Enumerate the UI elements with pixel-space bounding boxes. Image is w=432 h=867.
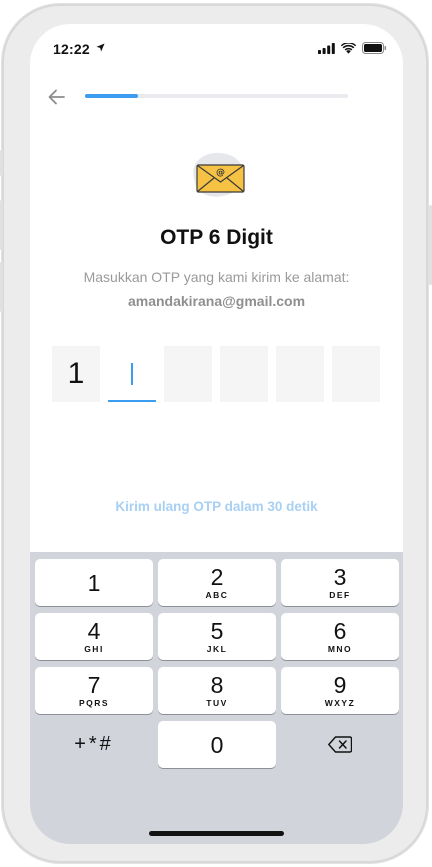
key-number: 1 [87, 570, 101, 596]
key-number: 5 [210, 618, 224, 644]
backspace-icon [328, 736, 352, 753]
screen: 12:22 @ OTP 6 Digit Masukkan OTP yang ka… [30, 24, 403, 844]
key-letters: TUV [206, 698, 228, 708]
otp-digit-box[interactable] [220, 346, 268, 402]
otp-digit-box[interactable] [332, 346, 380, 402]
progress-fill [85, 94, 138, 98]
key-5[interactable]: 5 JKL [158, 613, 276, 660]
key-number: 9 [333, 672, 347, 698]
status-bar: 12:22 [30, 24, 403, 72]
key-number: 3 [333, 564, 347, 590]
otp-digit-box-active[interactable] [108, 346, 156, 402]
key-letters: DEF [329, 590, 351, 600]
svg-text:@: @ [216, 168, 225, 178]
key-number: 4 [87, 618, 101, 644]
location-arrow-icon [96, 43, 105, 52]
key-letters: PQRS [78, 698, 110, 708]
key-number: 6 [333, 618, 347, 644]
key-letters: ABC [205, 590, 229, 600]
key-number: 7 [87, 672, 101, 698]
otp-digit-box[interactable] [164, 346, 212, 402]
envelope-icon: @ [193, 152, 245, 197]
page-title: OTP 6 Digit [160, 226, 273, 249]
key-9[interactable]: 9 WXYZ [281, 667, 399, 714]
status-time: 12:22 [53, 41, 90, 57]
email-address: amandakirana@gmail.com [127, 293, 306, 309]
key-letters: GHI [84, 644, 104, 654]
key-7[interactable]: 7 PQRS [35, 667, 153, 714]
key-1[interactable]: 1 [35, 559, 153, 606]
otp-digit-box[interactable] [276, 346, 324, 402]
resend-otp-link[interactable]: Kirim ulang OTP dalam 30 detik [30, 499, 403, 514]
key-number: 2 [210, 564, 224, 590]
battery-icon [362, 42, 387, 54]
key-6[interactable]: 6 MNO [281, 613, 399, 660]
phone-side-button [0, 262, 3, 312]
key-number: 8 [210, 672, 224, 698]
phone-side-button [0, 200, 3, 250]
otp-input-row: 1 [52, 346, 382, 402]
backspace-key[interactable] [281, 721, 399, 768]
instruction-text: Masukkan OTP yang kami kirim ke alamat: [83, 269, 350, 285]
key-number: 0 [210, 732, 224, 758]
signal-icon [318, 42, 335, 54]
wifi-icon [341, 42, 356, 54]
key-2[interactable]: 2 ABC [158, 559, 276, 606]
key-letters: MNO [327, 644, 353, 654]
key-3[interactable]: 3 DEF [281, 559, 399, 606]
symbols-key[interactable]: +*# [35, 721, 153, 768]
phone-side-button [0, 150, 3, 176]
key-4[interactable]: 4 GHI [35, 613, 153, 660]
numeric-keypad: 1 2 ABC 3 DEF 4 GHI 5 JKL 6 MNO 7 PQRS 8… [30, 552, 403, 844]
status-icons [318, 42, 387, 54]
otp-digit-box[interactable]: 1 [52, 346, 100, 402]
key-letters: WXYZ [324, 698, 356, 708]
key-8[interactable]: 8 TUV [158, 667, 276, 714]
progress-bar [85, 94, 348, 98]
text-cursor [131, 363, 133, 385]
home-indicator [149, 831, 284, 836]
back-arrow-icon[interactable] [46, 86, 68, 108]
key-letters: JKL [206, 644, 228, 654]
key-0[interactable]: 0 [158, 721, 276, 768]
